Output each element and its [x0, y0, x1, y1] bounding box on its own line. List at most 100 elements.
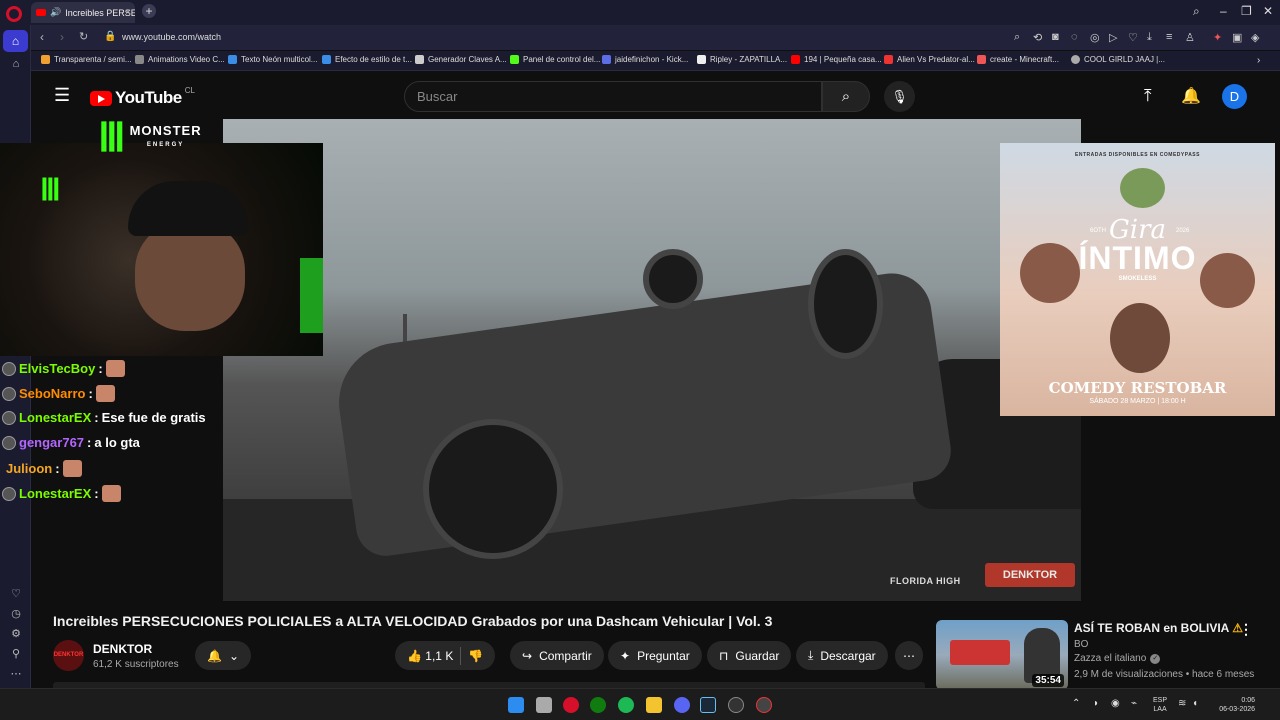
volume-icon[interactable]: ◖: [1192, 698, 1198, 709]
xbox-icon[interactable]: [590, 697, 606, 713]
tray-app-icon[interactable]: ◗: [1093, 698, 1099, 709]
recommended-video-title[interactable]: ASÍ TE ROBAN en BOLIVIA ⚠: [1074, 621, 1243, 635]
more-vertical-icon[interactable]: ⋮: [1239, 621, 1253, 638]
more-horizontal-icon: ⋯: [903, 648, 915, 663]
steam-icon[interactable]: [700, 697, 716, 713]
camera-icon[interactable]: ◙: [1052, 31, 1059, 43]
extension-icon[interactable]: ✦: [1213, 31, 1222, 44]
chat-message: Julioon:: [6, 460, 82, 477]
bookmark-item[interactable]: Ripley - ZAPATILLA...: [697, 55, 787, 64]
usb-icon[interactable]: ⌁: [1131, 698, 1137, 709]
brand-name: MONSTER: [129, 123, 202, 138]
task-view-icon[interactable]: [536, 697, 552, 713]
subscription-bell-button[interactable]: 🔔 ⌄: [195, 641, 252, 670]
video-player[interactable]: FLORIDA HIGH DENKTOR: [223, 119, 1081, 601]
windows-start-icon[interactable]: [508, 697, 524, 713]
wifi-icon[interactable]: ≋: [1178, 698, 1186, 709]
more-icon[interactable]: ⋯: [8, 667, 24, 680]
lock-icon[interactable]: 🔒: [104, 31, 116, 42]
video-wheel: [423, 419, 563, 559]
bookmark-item[interactable]: COOL GIRLD JAAJ |...: [1071, 55, 1165, 64]
upload-icon[interactable]: ⤒: [1144, 86, 1152, 106]
opera-logo-icon[interactable]: [6, 6, 22, 22]
poster-person: [1110, 303, 1170, 373]
search-input[interactable]: Buscar: [404, 81, 822, 112]
steam-tray-icon[interactable]: ◉: [1111, 698, 1120, 709]
bookmark-item[interactable]: Transparenta / semi...: [41, 55, 132, 64]
download-button[interactable]: ⤓ Descargar: [796, 641, 888, 670]
spotify-icon[interactable]: [618, 697, 634, 713]
pin-icon[interactable]: ⌂: [8, 58, 24, 70]
voice-search-button[interactable]: 🎙: [884, 81, 915, 112]
bookmark-item[interactable]: create - Minecraft...: [977, 55, 1059, 64]
lightbulb-icon[interactable]: ⚲: [8, 647, 24, 660]
bookmark-item[interactable]: Texto Neón multicol...: [228, 55, 317, 64]
notifications-bell-icon[interactable]: 🔔: [1181, 86, 1201, 106]
speaker-icon[interactable]: 🔊: [50, 7, 61, 18]
like-button[interactable]: 👍 1,1 K: [407, 649, 453, 663]
tab-close-icon[interactable]: ×: [125, 7, 131, 18]
bookmark-item[interactable]: Efecto de estilo de t...: [322, 55, 412, 64]
discord-icon[interactable]: [674, 697, 690, 713]
youtube-logo[interactable]: YouTube CL: [90, 86, 195, 108]
share-button[interactable]: ↪ Compartir: [510, 641, 604, 670]
home-icon[interactable]: ⌂: [3, 30, 28, 52]
tray-overflow-icon[interactable]: ⌃: [1072, 698, 1080, 709]
restore-button[interactable]: ❐: [1241, 4, 1252, 18]
cube-icon[interactable]: ◈: [1251, 31, 1259, 44]
language-indicator[interactable]: ESP LAA: [1153, 696, 1167, 714]
search-tabs-icon[interactable]: ⌕: [1193, 4, 1200, 19]
history-icon[interactable]: ◷: [8, 607, 24, 620]
bookmark-item[interactable]: Alien Vs Predator-al...: [884, 55, 975, 64]
heart-icon[interactable]: ♡: [8, 587, 24, 600]
save-button[interactable]: ⊓ Guardar: [707, 641, 792, 670]
menu-icon[interactable]: ≡: [1166, 31, 1172, 43]
profile-icon[interactable]: ♙: [1185, 31, 1195, 44]
recommended-channel[interactable]: Zazza el italiano ✓: [1074, 653, 1161, 664]
account-avatar[interactable]: D: [1222, 84, 1247, 109]
chat-emote-icon: [95, 385, 115, 402]
reload-button[interactable]: ↻: [79, 30, 88, 43]
streamer-face: [135, 221, 245, 331]
bookmark-item[interactable]: jaidefinichon - Kick...: [602, 55, 688, 64]
new-tab-button[interactable]: +: [142, 4, 156, 18]
clock[interactable]: 0:06 06-03-2026: [1209, 696, 1255, 714]
download-icon[interactable]: ⤓: [1147, 31, 1152, 44]
forward-button[interactable]: ›: [60, 30, 64, 44]
play-icon[interactable]: ▷: [1109, 31, 1117, 44]
app-icon[interactable]: [756, 697, 772, 713]
bookmark-icon: [41, 55, 50, 64]
browser-tab-active[interactable]: 🔊 Increibles PERSECUCIO ×: [31, 2, 135, 23]
shield-icon[interactable]: ◌: [1071, 31, 1078, 43]
bookmark-item[interactable]: 194 | Pequeña casa...: [791, 55, 882, 64]
extension-box-icon[interactable]: ▣: [1232, 31, 1242, 44]
url-field[interactable]: www.youtube.com/watch: [122, 32, 221, 42]
ask-button[interactable]: ✦ Preguntar: [608, 641, 702, 670]
recommended-video-thumbnail[interactable]: 35:54: [936, 620, 1068, 690]
bookmark-item[interactable]: Animations Video C...: [135, 55, 225, 64]
opera-taskbar-icon[interactable]: [563, 697, 579, 713]
close-window-button[interactable]: ✕: [1263, 4, 1273, 18]
vpn-icon[interactable]: ◎: [1090, 31, 1100, 44]
hamburger-menu-icon[interactable]: ☰: [54, 86, 70, 104]
minimize-button[interactable]: –: [1220, 4, 1227, 18]
chat-message: LonestarEX:: [2, 485, 121, 502]
translate-icon[interactable]: ⟲: [1033, 31, 1042, 44]
dislike-button[interactable]: 👎: [468, 649, 483, 663]
bookmark-item[interactable]: Generador Claves A...: [415, 55, 507, 64]
settings-icon[interactable]: ⚙: [8, 627, 24, 640]
browser-sidebar: ⌂ ⌂ ♡ ◷ ⚙ ⚲ ⋯: [0, 25, 31, 688]
heart-icon[interactable]: ♡: [1128, 31, 1138, 44]
search-icon[interactable]: ⌕: [1014, 31, 1020, 44]
channel-name[interactable]: DENKTOR: [93, 642, 152, 656]
back-button[interactable]: ‹: [40, 30, 44, 44]
chat-badge-icon: [2, 361, 16, 376]
search-button[interactable]: ⌕: [822, 81, 870, 112]
file-explorer-icon[interactable]: [646, 697, 662, 713]
channel-avatar[interactable]: DENKTOR: [53, 640, 84, 671]
obs-icon[interactable]: [728, 697, 744, 713]
bookmarks-overflow-icon[interactable]: ›: [1257, 55, 1260, 66]
bookmark-icon: [510, 55, 519, 64]
more-actions-button[interactable]: ⋯: [895, 641, 923, 670]
bookmark-item[interactable]: Panel de control del...: [510, 55, 600, 64]
